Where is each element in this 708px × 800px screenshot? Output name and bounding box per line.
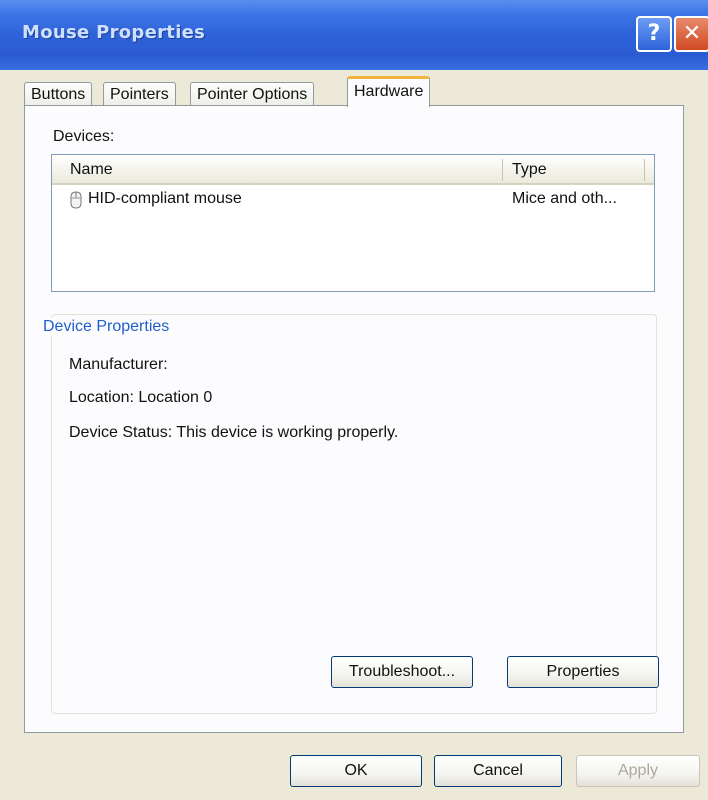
hardware-tab-panel: Devices: Name Type HID-compliant mouse M… xyxy=(24,105,684,733)
column-separator[interactable] xyxy=(644,159,645,181)
devices-list-header: Name Type xyxy=(52,155,654,185)
help-icon: ? xyxy=(647,21,661,46)
column-header-type[interactable]: Type xyxy=(512,161,547,179)
location-text: Location: Location 0 xyxy=(69,389,213,406)
devices-list[interactable]: Name Type HID-compliant mouse Mice and o… xyxy=(51,154,655,292)
ok-button[interactable]: OK xyxy=(290,755,422,787)
troubleshoot-button[interactable]: Troubleshoot... xyxy=(331,656,473,688)
column-header-name[interactable]: Name xyxy=(70,161,113,179)
window-title: Mouse Properties xyxy=(22,22,206,43)
apply-button[interactable]: Apply xyxy=(576,755,700,787)
device-name: HID-compliant mouse xyxy=(88,190,242,207)
close-button[interactable]: ✕ xyxy=(674,16,708,52)
help-button[interactable]: ? xyxy=(636,16,672,52)
title-bar[interactable]: Mouse Properties ? ✕ xyxy=(0,0,708,70)
tab-hardware[interactable]: Hardware xyxy=(347,76,431,107)
mouse-properties-dialog: Mouse Properties ? ✕ Buttons Pointers Po… xyxy=(0,0,708,800)
close-icon: ✕ xyxy=(682,21,702,46)
cancel-button[interactable]: Cancel xyxy=(434,755,562,787)
tab-buttons[interactable]: Buttons xyxy=(24,82,93,106)
tab-pointer-options[interactable]: Pointer Options xyxy=(190,82,315,106)
tab-pointers[interactable]: Pointers xyxy=(103,82,176,106)
devices-label: Devices: xyxy=(53,128,115,145)
device-type: Mice and oth... xyxy=(512,190,617,207)
column-separator[interactable] xyxy=(502,159,503,181)
properties-button[interactable]: Properties xyxy=(507,656,659,688)
mouse-icon xyxy=(68,191,84,209)
device-row[interactable]: HID-compliant mouse Mice and oth... xyxy=(52,187,654,213)
device-status-text: Device Status: This device is working pr… xyxy=(69,424,399,441)
device-properties-title: Device Properties xyxy=(41,318,172,336)
device-properties-group xyxy=(51,314,657,714)
manufacturer-text: Manufacturer: xyxy=(69,356,168,373)
